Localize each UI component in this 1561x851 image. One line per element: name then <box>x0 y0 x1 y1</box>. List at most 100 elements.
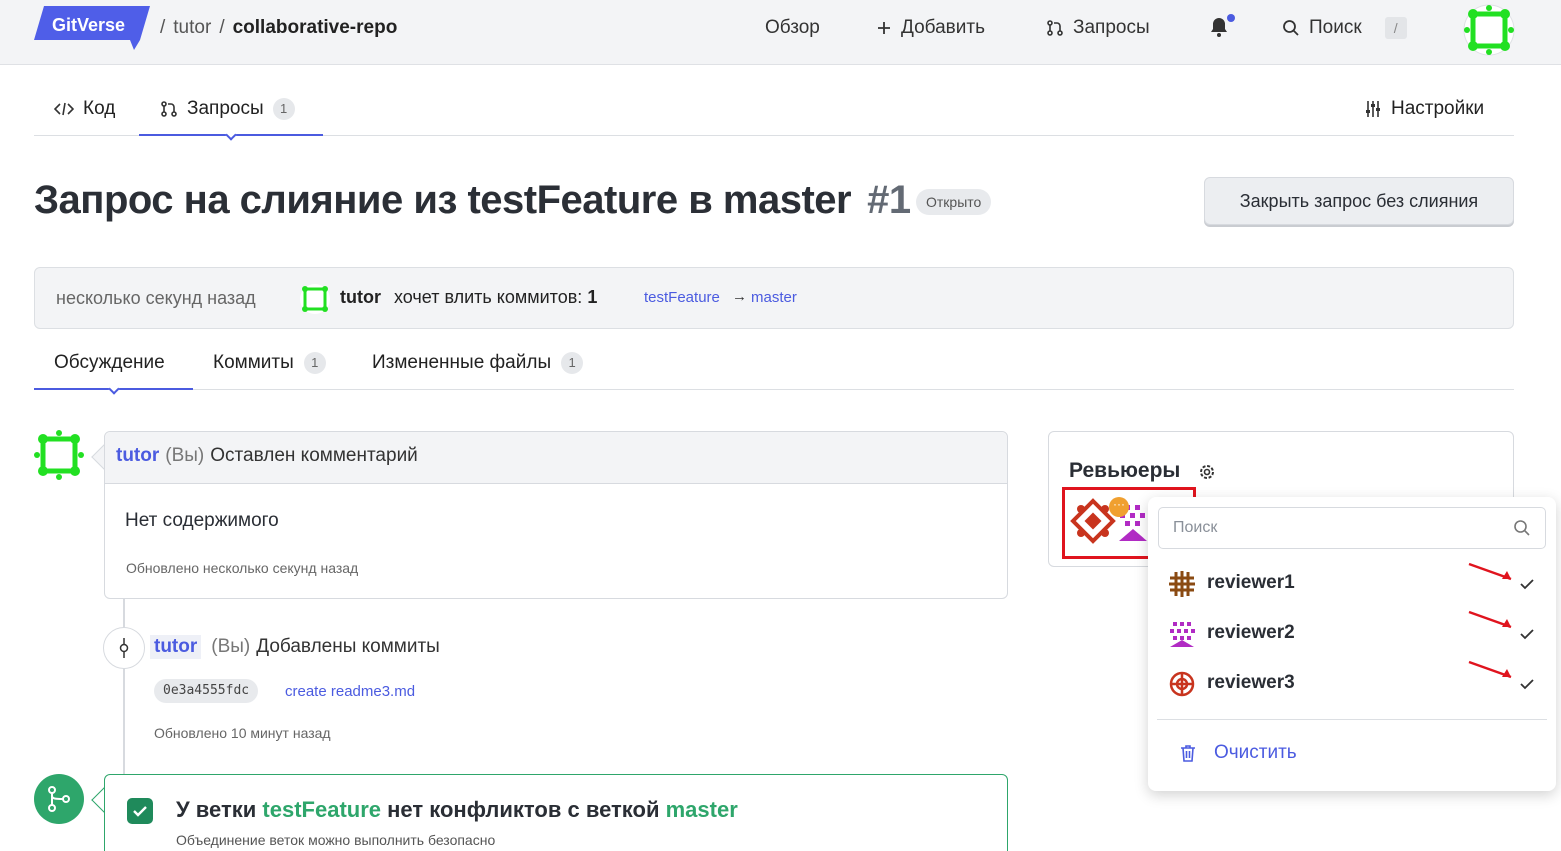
comment-card: tutor (Вы) Оставлен комментарий Нет содерж… <box>104 431 1008 599</box>
notification-dot <box>1227 14 1235 22</box>
reviewer-name: reviewer2 <box>1207 622 1295 643</box>
repo-tabs: Код Запросы 1 Настройки <box>34 88 1514 136</box>
comment-header: tutor (Вы) Оставлен комментарий <box>105 432 1007 484</box>
commit-summary-text: хочет влить коммитов: <box>394 287 583 307</box>
clear-label: Очистить <box>1214 742 1297 763</box>
commits-action: Добавлены коммиты <box>256 636 440 657</box>
merge-prefix: У ветки <box>176 797 257 822</box>
commit-message-link[interactable]: create readme3.md <box>285 683 415 700</box>
tab-settings[interactable]: Настройки <box>1364 98 1484 120</box>
trash-icon <box>1181 745 1195 762</box>
author-avatar[interactable] <box>299 283 331 315</box>
pr-number: #1 <box>867 178 911 222</box>
comment-action: Оставлен комментарий <box>210 445 418 466</box>
reviewer-avatar <box>1168 670 1196 698</box>
dropdown-divider <box>1157 719 1547 720</box>
checkmark-icon <box>1520 679 1534 690</box>
merge-status-icon <box>34 774 84 824</box>
requests-count-badge: 1 <box>272 98 295 120</box>
comment-updated: Обновлено несколько секунд назад <box>126 560 359 576</box>
tab-requests-label: Запросы <box>187 98 264 119</box>
comment-body: Нет содержимого <box>125 510 279 531</box>
comment-author[interactable]: tutor <box>116 445 159 466</box>
branch-icon <box>48 786 70 812</box>
gear-icon[interactable] <box>1197 462 1217 482</box>
plus-icon <box>878 22 890 34</box>
tab-settings-label: Настройки <box>1391 98 1485 119</box>
commits-updated: Обновлено 10 минут назад <box>154 725 331 741</box>
breadcrumb-owner[interactable]: tutor <box>173 17 211 39</box>
annotation-arrow <box>1468 610 1512 629</box>
clear-reviewers-button[interactable]: Очистить <box>1178 742 1297 764</box>
pull-request-icon <box>1047 20 1063 36</box>
reviewer-avatar <box>1168 570 1196 598</box>
commit-count: 1 <box>587 287 598 307</box>
breadcrumb-repo[interactable]: collaborative-repo <box>233 17 398 39</box>
nav-requests-label: Запросы <box>1073 17 1150 38</box>
pr-created-time: несколько секунд назад <box>56 288 256 308</box>
breadcrumb-separator: / <box>160 17 166 38</box>
merge-middle: нет конфликтов с веткой <box>387 797 660 822</box>
commit-summary: хочет влить коммитов: 1 <box>394 287 597 308</box>
tab-discussion[interactable]: Обсуждение <box>54 352 165 374</box>
comment-author-avatar[interactable] <box>34 430 84 480</box>
reviewer-avatar <box>1170 622 1195 647</box>
commits-you-label: (Вы) <box>211 636 251 657</box>
author-name[interactable]: tutor <box>340 287 381 308</box>
tab-changed-files[interactable]: Измененные файлы 1 <box>372 352 584 374</box>
source-branch-link[interactable]: testFeature <box>644 289 720 306</box>
reviewer-name: reviewer1 <box>1207 572 1295 593</box>
commit-node <box>103 627 145 669</box>
checkmark-icon <box>1520 579 1534 590</box>
nav-search[interactable]: Поиск / <box>1282 17 1407 39</box>
search-shortcut-key: / <box>1384 17 1407 39</box>
svg-text:GitVerse: GitVerse <box>52 15 125 35</box>
notifications-button[interactable] <box>1210 17 1228 37</box>
pr-info-bar: несколько секунд назад tutor хочет влить… <box>34 267 1514 329</box>
nav-add[interactable]: Добавить <box>876 17 985 39</box>
tab-commits-label: Коммиты <box>213 352 294 373</box>
breadcrumb: / tutor / collaborative-repo <box>160 17 397 39</box>
top-header: GitVerse / tutor / collaborative-repo Об… <box>0 0 1561 65</box>
tab-requests[interactable]: Запросы 1 <box>160 98 295 120</box>
close-without-merge-button[interactable]: Закрыть запрос без слияния <box>1204 177 1514 225</box>
reviewer-search-input[interactable] <box>1158 507 1546 549</box>
commit-icon <box>119 638 129 658</box>
breadcrumb-separator: / <box>219 17 225 38</box>
check-icon <box>127 798 153 824</box>
comment-you-label: (Вы) <box>165 445 205 466</box>
pr-tabs: Обсуждение Коммиты 1 Измененные файлы 1 <box>34 342 1514 390</box>
annotation-arrow <box>1468 660 1512 679</box>
merge-status-title: У ветки testFeature нет конфликтов с вет… <box>176 797 738 823</box>
nav-search-label: Поиск <box>1309 17 1362 38</box>
target-branch-link[interactable]: master <box>751 289 797 306</box>
user-avatar[interactable] <box>1463 4 1515 56</box>
pull-request-icon <box>161 101 177 117</box>
search-icon <box>1514 520 1530 536</box>
commits-event: tutor (Вы) Добавлены коммиты <box>150 635 440 659</box>
commit-sha[interactable]: 0e3a4555fdc <box>154 679 259 703</box>
merge-branch-from: testFeature <box>262 797 382 822</box>
annotation-arrow <box>1468 562 1512 581</box>
tab-discussion-label: Обсуждение <box>54 352 165 373</box>
gitverse-logo[interactable]: GitVerse <box>34 6 150 50</box>
search-icon <box>1283 20 1299 36</box>
status-badge: Открыто <box>916 189 992 215</box>
reviewers-title: Ревьюеры <box>1069 459 1181 482</box>
reviewer-name: reviewer3 <box>1207 672 1295 693</box>
commits-author[interactable]: tutor <box>150 635 202 659</box>
tab-files-label: Измененные файлы <box>372 352 552 373</box>
merge-branch-to: master <box>665 797 738 822</box>
tab-code-label: Код <box>83 98 116 119</box>
nav-overview[interactable]: Обзор <box>765 17 820 39</box>
commits-count-badge: 1 <box>303 352 326 374</box>
nav-add-label: Добавить <box>901 17 985 38</box>
nav-requests[interactable]: Запросы <box>1046 17 1150 39</box>
code-icon <box>54 102 74 116</box>
sliders-icon <box>1366 101 1380 117</box>
pr-title-text: Запрос на слияние из testFeature в maste… <box>34 178 852 222</box>
nav-overview-label: Обзор <box>765 17 820 38</box>
tab-code[interactable]: Код <box>54 98 115 120</box>
tab-commits[interactable]: Коммиты 1 <box>213 352 326 374</box>
branch-arrow: → <box>732 288 747 305</box>
